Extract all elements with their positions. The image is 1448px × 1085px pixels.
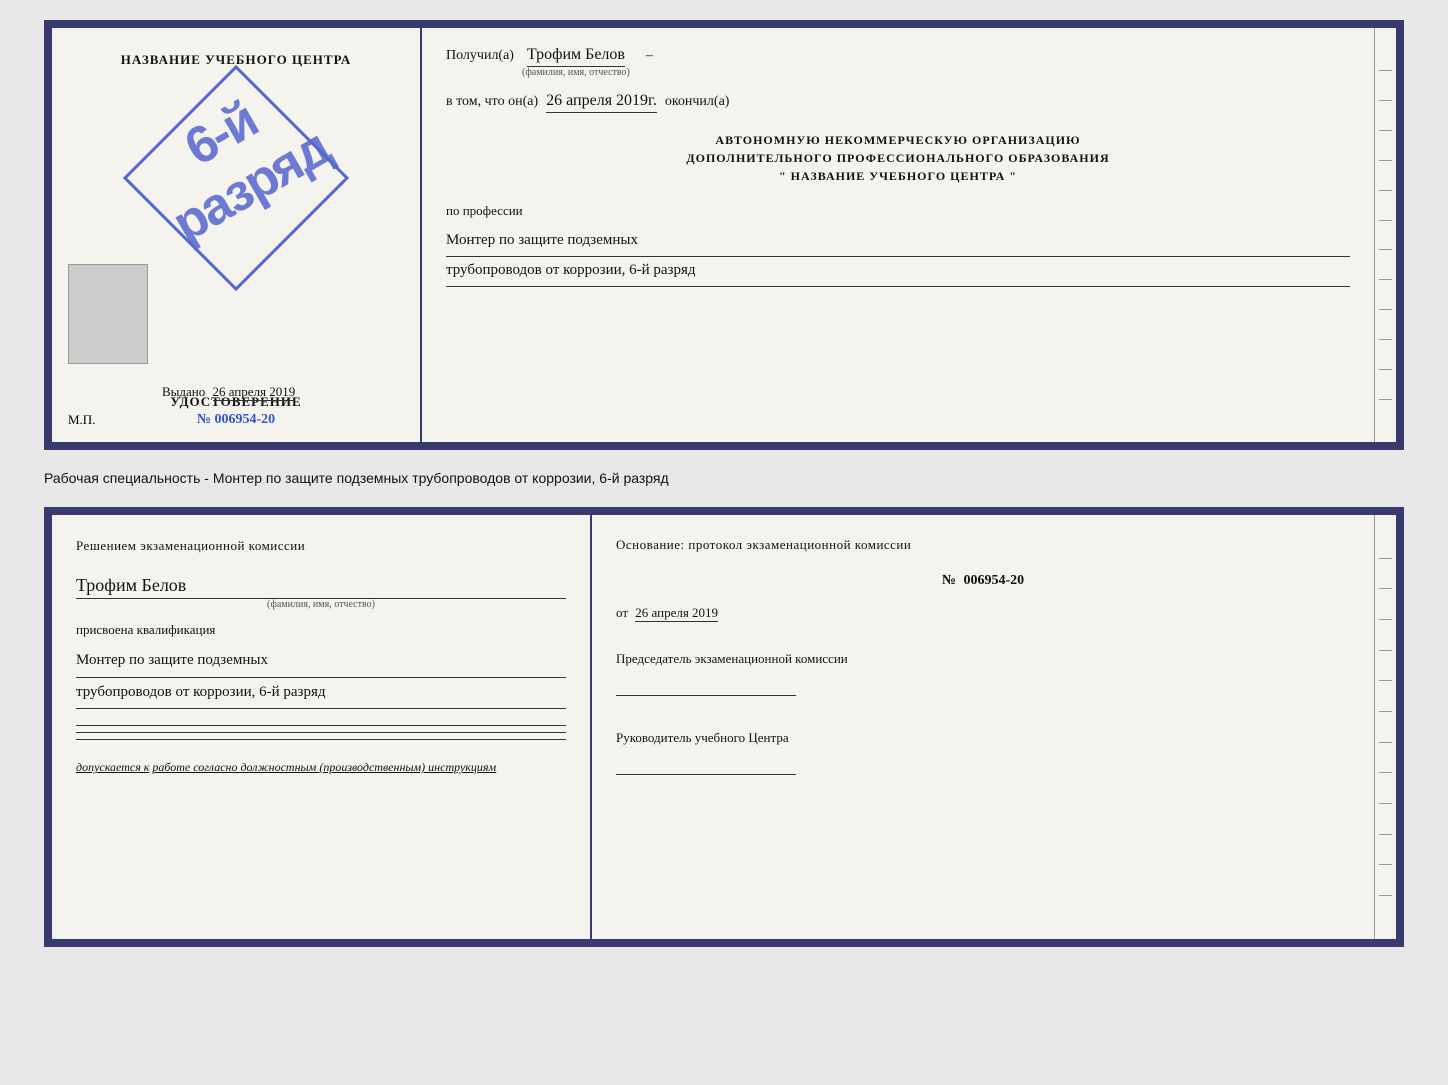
side-line — [1379, 834, 1392, 835]
num-label: № — [942, 573, 956, 588]
poluchil-label: Получил(а) — [446, 48, 514, 64]
side-line — [1379, 895, 1392, 896]
line2 — [76, 732, 566, 733]
side-line — [1379, 279, 1392, 280]
side-line — [1379, 558, 1392, 559]
side-line — [1379, 711, 1392, 712]
qual-line1: Монтер по защите подземных — [76, 646, 566, 678]
bottom-lines-block — [76, 725, 566, 740]
stamp-diamond: 6-йразряд — [136, 78, 336, 278]
vydano-row: Выдано 26 апреля 2019 — [162, 384, 295, 400]
cert-bottom-left-panel: Решением экзаменационной комиссии Трофим… — [52, 515, 592, 939]
bottom-name-sub: (фамилия, имя, отчество) — [76, 599, 566, 610]
okончил-label: окончил(а) — [665, 94, 730, 110]
dash1: – — [646, 48, 653, 64]
side-line — [1379, 803, 1392, 804]
side-line — [1379, 742, 1392, 743]
poluchil-row: Получил(а) Трофим Белов (фамилия, имя, о… — [446, 46, 1350, 78]
pred-block: Председатель экзаменационной комиссии — [616, 651, 1350, 696]
bottom-name-block: Трофим Белов (фамилия, имя, отчество) — [76, 569, 566, 610]
org-line1: АВТОНОМНУЮ НЕКОММЕРЧЕСКУЮ ОРГАНИЗАЦИЮ — [446, 131, 1350, 149]
допускается-label: допускается к — [76, 760, 149, 774]
ot-date-block: от 26 апреля 2019 — [616, 605, 1350, 621]
допускается-block: допускается к работе согласно должностны… — [76, 760, 566, 775]
line3 — [76, 739, 566, 740]
ruk-block: Руководитель учебного Центра — [616, 730, 1350, 775]
side-line — [1379, 399, 1392, 400]
udost-num: № 006954-20 — [197, 412, 275, 428]
bottom-side-decorative-lines — [1374, 515, 1396, 939]
org-line3: " НАЗВАНИЕ УЧЕБНОГО ЦЕНТРА " — [446, 167, 1350, 185]
side-line — [1379, 70, 1392, 71]
bottom-certificate: Решением экзаменационной комиссии Трофим… — [44, 507, 1404, 947]
org-line2: ДОПОЛНИТЕЛЬНОГО ПРОФЕССИОНАЛЬНОГО ОБРАЗО… — [446, 149, 1350, 167]
cert-right-panel: Получил(а) Трофим Белов (фамилия, имя, о… — [422, 28, 1374, 442]
ot-label: от — [616, 605, 628, 620]
poluchil-sub: (фамилия, имя, отчество) — [522, 67, 630, 78]
ruk-label: Руководитель учебного Центра — [616, 730, 1350, 746]
osnov-label: Основание: протокол экзаменационной коми… — [616, 537, 1350, 553]
profession-line1: Монтер по защите подземных — [446, 227, 1350, 257]
side-line — [1379, 650, 1392, 651]
side-line — [1379, 588, 1392, 589]
vydano-label: Выдано — [162, 384, 205, 399]
ruk-sig-line — [616, 774, 796, 775]
num-block: № 006954-20 — [616, 573, 1350, 589]
bottom-left-title: Решением экзаменационной комиссии — [76, 537, 566, 555]
num-value: 006954-20 — [963, 573, 1024, 588]
bottom-name: Трофим Белов — [76, 575, 566, 599]
qual-line2: трубопроводов от коррозии, 6-й разряд — [76, 678, 566, 710]
side-line — [1379, 369, 1392, 370]
udost-num-prefix: № — [197, 412, 215, 427]
допускается-text: работе согласно должностным (производств… — [152, 760, 496, 774]
side-line — [1379, 680, 1392, 681]
side-decorative-lines — [1374, 28, 1396, 442]
poluchil-name: Трофим Белов — [527, 46, 625, 67]
vtom-date: 26 апреля 2019г. — [546, 92, 657, 113]
assigned-label: присвоена квалификация — [76, 622, 566, 638]
line1 — [76, 725, 566, 726]
vydano-date: 26 апреля 2019 — [213, 384, 296, 401]
pred-label: Председатель экзаменационной комиссии — [616, 651, 1350, 667]
side-line — [1379, 190, 1392, 191]
vtom-label: в том, что он(а) — [446, 94, 538, 110]
photo-placeholder — [68, 264, 148, 364]
cert-bottom-right-panel: Основание: протокол экзаменационной коми… — [592, 515, 1374, 939]
side-line — [1379, 619, 1392, 620]
side-line — [1379, 309, 1392, 310]
ot-date: 26 апреля 2019 — [635, 605, 718, 622]
mp-label: М.П. — [68, 412, 95, 428]
profession-block: Монтер по защите подземных трубопроводов… — [446, 227, 1350, 287]
side-line — [1379, 100, 1392, 101]
cert-left-panel: НАЗВАНИЕ УЧЕБНОГО ЦЕНТРА 6-йразряд УДОСТ… — [52, 28, 422, 442]
vtom-row: в том, что он(а) 26 апреля 2019г. окончи… — [446, 92, 1350, 113]
udost-num-value: 006954-20 — [214, 412, 275, 427]
side-line — [1379, 220, 1392, 221]
side-line — [1379, 772, 1392, 773]
po-professii-label: по профессии — [446, 203, 1350, 219]
side-line — [1379, 864, 1392, 865]
side-line — [1379, 339, 1392, 340]
side-line — [1379, 130, 1392, 131]
profession-line2: трубопроводов от коррозии, 6-й разряд — [446, 257, 1350, 287]
pred-sig-line — [616, 695, 796, 696]
side-line — [1379, 249, 1392, 250]
side-line — [1379, 160, 1392, 161]
top-certificate: НАЗВАНИЕ УЧЕБНОГО ЦЕНТРА 6-йразряд УДОСТ… — [44, 20, 1404, 450]
org-block: АВТОНОМНУЮ НЕКОММЕРЧЕСКУЮ ОРГАНИЗАЦИЮ ДО… — [446, 131, 1350, 185]
subtitle-text: Рабочая специальность - Монтер по защите… — [44, 468, 1404, 489]
bottom-qual-block: Монтер по защите подземных трубопроводов… — [76, 646, 566, 709]
